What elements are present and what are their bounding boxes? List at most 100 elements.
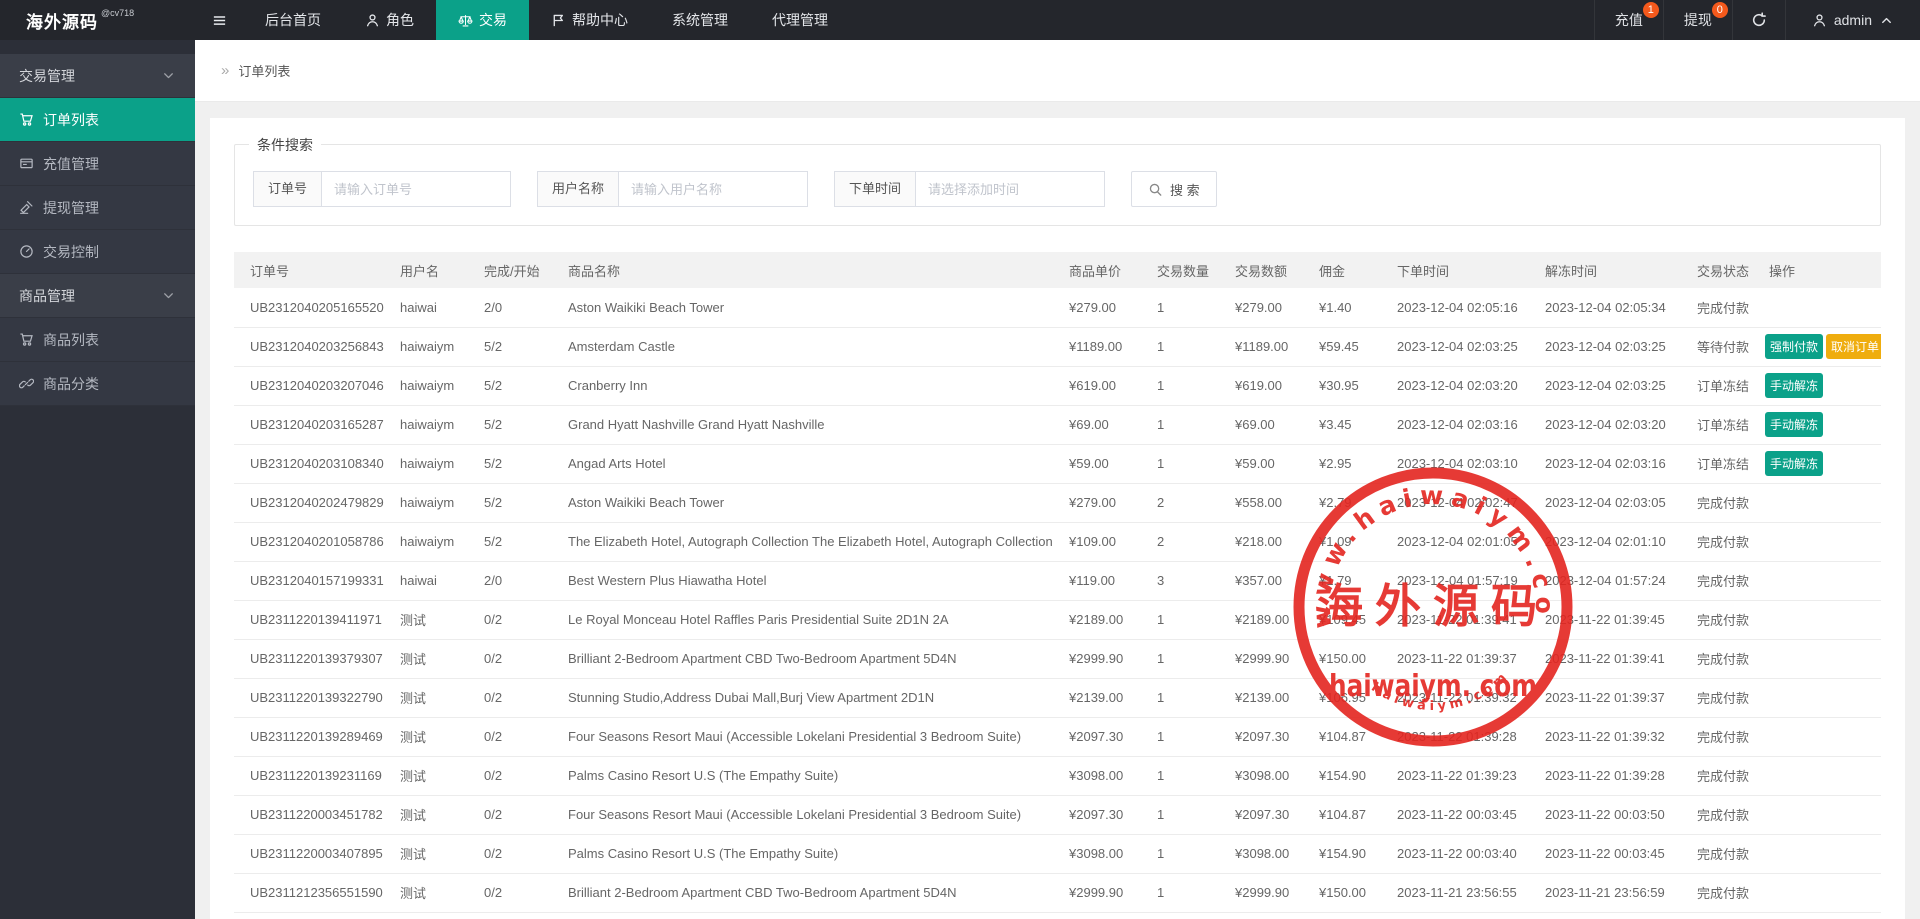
nav-item-5[interactable]: 代理管理 (750, 0, 850, 40)
cell-status: 订单冻结 (1689, 366, 1761, 405)
nav-item-2[interactable]: 交易 (436, 0, 529, 40)
recharge-nav-button[interactable]: 充值 1 (1594, 0, 1663, 40)
cell-unfreeze_time: 2023-11-22 00:03:45 (1537, 834, 1689, 873)
search-icon (1148, 182, 1163, 197)
cell-commission: ¥1.79 (1311, 561, 1389, 600)
search-panel-legend: 条件搜索 (249, 135, 321, 155)
search-row: 订单号用户名称下单时间搜 索 (253, 171, 1862, 207)
topbar-nav: 后台首页角色交易 帮助中心 系统管理代理管理 (243, 0, 850, 40)
search-button[interactable]: 搜 索 (1131, 171, 1217, 207)
nav-item-1[interactable]: 角色 (343, 0, 436, 40)
cell-order_time: 2023-12-04 02:01:05 (1389, 522, 1537, 561)
sidebar-item-1-0[interactable]: 商品列表 (0, 318, 195, 362)
sidebar-item-1-1[interactable]: 商品分类 (0, 362, 195, 406)
cell-product: Palms Casino Resort U.S (The Empathy Sui… (560, 834, 1061, 873)
cell-order_no: UB2312040202479829 (234, 483, 392, 522)
column-header-2: 完成/开始 (476, 252, 560, 288)
cell-order_no: UB2311220139379307 (234, 639, 392, 678)
breadcrumb-arrows-icon: » (221, 62, 229, 79)
nav-item-0[interactable]: 后台首页 (243, 0, 343, 40)
username: admin (1834, 12, 1872, 28)
cell-order_time: 2023-11-22 01:39:37 (1389, 639, 1537, 678)
search-input-0[interactable] (321, 171, 511, 207)
cell-amount: ¥2097.30 (1227, 717, 1311, 756)
cell-order_no: UB2311212356551590 (234, 873, 392, 912)
cell-amount: ¥357.00 (1227, 561, 1311, 600)
cell-actions (1761, 561, 1881, 600)
withdraw-nav-button[interactable]: 提现 0 (1663, 0, 1732, 40)
cell-user: 测试 (392, 639, 476, 678)
sidebar-item-0-1[interactable]: 充值管理 (0, 142, 195, 186)
cell-price: ¥279.00 (1061, 483, 1149, 522)
search-input-2[interactable] (915, 171, 1105, 207)
cell-amount: ¥2097.30 (1227, 795, 1311, 834)
cell-product: Palms Casino Resort U.S (The Empathy Sui… (560, 756, 1061, 795)
search-input-1[interactable] (618, 171, 808, 207)
cell-unfreeze_time: 2023-11-22 01:39:41 (1537, 639, 1689, 678)
manual-unfreeze-button[interactable]: 手动解冻 (1765, 451, 1823, 476)
cell-price: ¥619.00 (1061, 366, 1149, 405)
withdraw-label: 提现 (1684, 10, 1712, 30)
cell-user: 测试 (392, 873, 476, 912)
cell-commission: ¥150.00 (1311, 639, 1389, 678)
manual-unfreeze-button[interactable]: 手动解冻 (1765, 412, 1823, 437)
cell-commission: ¥1.09 (1311, 522, 1389, 561)
cell-price: ¥109.00 (1061, 522, 1149, 561)
refresh-icon (1751, 12, 1767, 28)
cell-actions: 强制付款取消订单 (1761, 327, 1881, 366)
cell-product: Le Royal Monceau Hotel Raffles Paris Pre… (560, 600, 1061, 639)
cancel-order-button[interactable]: 取消订单 (1826, 334, 1881, 359)
nav-item-3[interactable]: 帮助中心 (529, 0, 650, 40)
sidebar-group-1[interactable]: 商品管理 (0, 274, 195, 318)
user-menu[interactable]: admin (1785, 0, 1920, 40)
cell-commission: ¥3.45 (1311, 405, 1389, 444)
nav-item-label: 帮助中心 (572, 10, 628, 30)
cell-commission: ¥109.45 (1311, 600, 1389, 639)
sidebar-item-0-2[interactable]: 提现管理 (0, 186, 195, 230)
cell-product: Brilliant 2-Bedroom Apartment CBD Two-Be… (560, 639, 1061, 678)
cell-ratio: 2/0 (476, 561, 560, 600)
page-title: 订单列表 (238, 61, 290, 80)
cell-order_time: 2023-11-21 23:56:55 (1389, 873, 1537, 912)
cell-actions: 手动解冻 (1761, 444, 1881, 483)
table-row: UB2312040201058786haiwaiym5/2The Elizabe… (234, 522, 1881, 561)
force-pay-button[interactable]: 强制付款 (1765, 334, 1823, 359)
cell-order_time: 2023-12-04 02:03:16 (1389, 405, 1537, 444)
cell-price: ¥3098.00 (1061, 756, 1149, 795)
table-row: UB2311220139322790测试0/2Stunning Studio,A… (234, 678, 1881, 717)
cell-unfreeze_time: 2023-11-22 01:39:28 (1537, 756, 1689, 795)
cell-amount: ¥218.00 (1227, 522, 1311, 561)
manual-unfreeze-button[interactable]: 手动解冻 (1765, 373, 1823, 398)
cell-order_no: UB2312040203256843 (234, 327, 392, 366)
cell-unfreeze_time: 2023-12-04 02:03:25 (1537, 327, 1689, 366)
sidebar-group-0[interactable]: 交易管理 (0, 54, 195, 98)
cell-unfreeze_time: 2023-11-22 01:39:37 (1537, 678, 1689, 717)
card-icon (19, 156, 34, 171)
sidebar-item-0-0[interactable]: 订单列表 (0, 98, 195, 142)
cell-product: Aston Waikiki Beach Tower (560, 483, 1061, 522)
nav-item-4[interactable]: 系统管理 (650, 0, 750, 40)
cell-ratio: 0/2 (476, 678, 560, 717)
refresh-button[interactable] (1732, 0, 1785, 40)
cell-qty: 1 (1149, 444, 1227, 483)
sidebar-item-0-3[interactable]: 交易控制 (0, 230, 195, 274)
cell-product: Brilliant 2-Bedroom Apartment CBD Two-Be… (560, 873, 1061, 912)
cell-commission: ¥104.87 (1311, 717, 1389, 756)
cell-unfreeze_time: 2023-12-04 01:57:24 (1537, 561, 1689, 600)
cell-order_no: UB2311220003407895 (234, 834, 392, 873)
table-row: UB2312040205165520haiwai2/0Aston Waikiki… (234, 288, 1881, 327)
table-row: UB2312040157199331haiwai2/0Best Western … (234, 561, 1881, 600)
user-icon (1812, 13, 1827, 28)
cell-amount: ¥3098.00 (1227, 834, 1311, 873)
cell-status: 完成付款 (1689, 522, 1761, 561)
cell-unfreeze_time: 2023-12-04 02:03:25 (1537, 366, 1689, 405)
cell-order_no: UB2312040203108340 (234, 444, 392, 483)
cell-user: haiwaiym (392, 483, 476, 522)
cell-order_no: UB2312040203165287 (234, 405, 392, 444)
cell-amount: ¥59.00 (1227, 444, 1311, 483)
cell-ratio: 5/2 (476, 522, 560, 561)
sidebar-toggle-button[interactable] (195, 0, 243, 40)
cell-user: 测试 (392, 834, 476, 873)
app-logo-version: @cv718 (101, 8, 134, 18)
cell-qty: 1 (1149, 717, 1227, 756)
